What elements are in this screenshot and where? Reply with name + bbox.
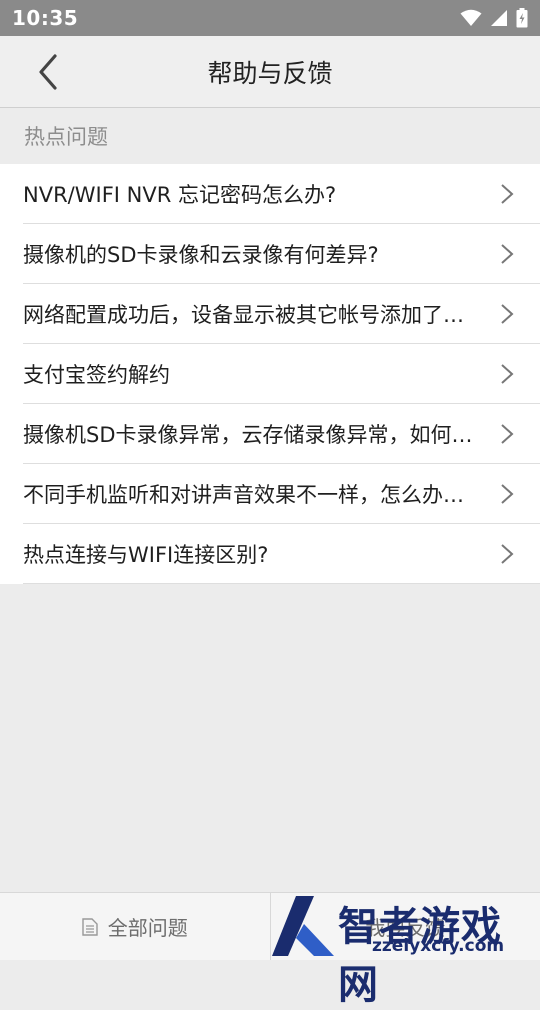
faq-item[interactable]: 支付宝签约解约 xyxy=(0,344,540,404)
chevron-right-icon xyxy=(500,183,514,205)
all-questions-button[interactable]: 全部问题 xyxy=(0,893,270,960)
section-label: 热点问题 xyxy=(0,108,540,164)
chevron-right-icon xyxy=(500,243,514,265)
faq-item[interactable]: 网络配置成功后，设备显示被其它帐号添加了… xyxy=(0,284,540,344)
feedback-button[interactable]: 我要反馈 xyxy=(270,893,540,960)
faq-item-text: 摄像机SD卡录像异常，云存储录像异常，如何… xyxy=(23,419,473,449)
page-title: 帮助与反馈 xyxy=(207,54,332,90)
faq-item[interactable]: NVR/WIFI NVR 忘记密码怎么办? xyxy=(0,164,540,224)
faq-item[interactable]: 摄像机的SD卡录像和云录像有何差异? xyxy=(0,224,540,284)
faq-item-text: 不同手机监听和对讲声音效果不一样，怎么办… xyxy=(23,479,464,509)
bottom-bar: 全部问题 我要反馈 xyxy=(0,892,540,960)
status-bar: 10:35 xyxy=(0,0,540,36)
back-arrow-icon xyxy=(37,54,59,90)
faq-list: NVR/WIFI NVR 忘记密码怎么办? 摄像机的SD卡录像和云录像有何差异?… xyxy=(0,164,540,584)
chevron-right-icon xyxy=(500,483,514,505)
faq-item[interactable]: 热点连接与WIFI连接区别? xyxy=(0,524,540,584)
chevron-right-icon xyxy=(500,543,514,565)
faq-item-text: 网络配置成功后，设备显示被其它帐号添加了… xyxy=(23,299,464,329)
battery-icon xyxy=(516,8,528,28)
faq-item[interactable]: 不同手机监听和对讲声音效果不一样，怎么办… xyxy=(0,464,540,524)
chevron-right-icon xyxy=(500,303,514,325)
signal-icon xyxy=(490,9,508,27)
feedback-label: 我要反馈 xyxy=(365,912,445,941)
faq-item-text: 摄像机的SD卡录像和云录像有何差异? xyxy=(23,239,379,269)
status-time: 10:35 xyxy=(12,6,78,30)
chevron-right-icon xyxy=(500,423,514,445)
wifi-icon xyxy=(460,9,482,27)
faq-item[interactable]: 摄像机SD卡录像异常，云存储录像异常，如何… xyxy=(0,404,540,464)
back-button[interactable] xyxy=(28,52,68,92)
status-icons xyxy=(460,8,528,28)
faq-item-text: 热点连接与WIFI连接区别? xyxy=(23,539,268,569)
chevron-right-icon xyxy=(500,363,514,385)
header: 帮助与反馈 xyxy=(0,36,540,108)
faq-item-text: 支付宝签约解约 xyxy=(23,359,170,389)
document-icon xyxy=(82,918,98,936)
all-questions-label: 全部问题 xyxy=(108,912,188,941)
faq-item-text: NVR/WIFI NVR 忘记密码怎么办? xyxy=(23,179,336,209)
